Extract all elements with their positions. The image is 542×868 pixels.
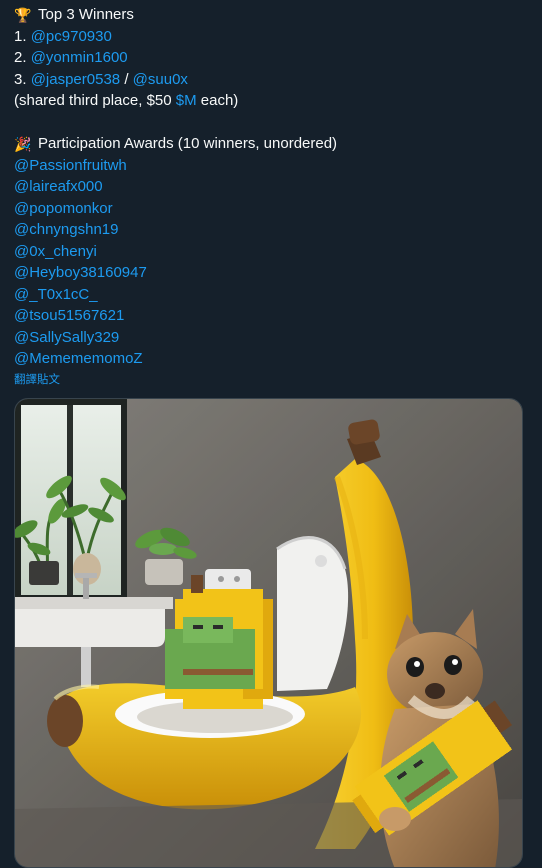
- mention-link[interactable]: @_T0x1cC_: [14, 286, 98, 303]
- mention-link[interactable]: @popomonkor: [14, 200, 113, 217]
- participation-heading: Participation Awards (10 winners, unorde…: [38, 135, 338, 152]
- rank-label: 2.: [14, 49, 27, 66]
- note-prefix: (shared third place, $50: [14, 92, 176, 109]
- mention-link[interactable]: @chnyngshn19: [14, 221, 118, 238]
- party-popper-icon: 🎉: [14, 136, 32, 152]
- trophy-icon: 🏆: [14, 7, 32, 23]
- translate-post-link[interactable]: 翻譯貼文: [14, 372, 60, 388]
- post-text: 🏆 Top 3 Winners 1. @pc970930 2. @yonmin16…: [14, 4, 524, 388]
- winner-2-line: 2. @yonmin1600: [14, 47, 524, 69]
- mention-link[interactable]: @Heyboy38160947: [14, 264, 147, 281]
- mention-link[interactable]: @Passionfruitwh: [14, 157, 127, 174]
- mention-link[interactable]: @tsou51567621: [14, 307, 124, 324]
- winner-3-line: 3. @jasper0538 / @suu0x: [14, 69, 524, 91]
- mention-link[interactable]: @SallySally329: [14, 329, 119, 346]
- rank-label: 3.: [14, 70, 27, 88]
- mention-link[interactable]: @laireafx000: [14, 178, 103, 195]
- winner-1-line: 1. @pc970930: [14, 26, 524, 48]
- participation-list: @Passionfruitwh @laireafx000 @popomonkor…: [14, 155, 524, 370]
- separator: /: [124, 70, 129, 88]
- rank-label: 1.: [14, 27, 27, 45]
- top3-heading: Top 3 Winners: [38, 6, 134, 23]
- mention-link[interactable]: @MemememomoZ: [14, 350, 143, 367]
- mention-link[interactable]: @jasper0538: [31, 71, 120, 88]
- cat-paw: [379, 807, 411, 831]
- shared-note-line: (shared third place, $50 $M each): [14, 90, 524, 112]
- post-media-image[interactable]: [14, 398, 523, 868]
- mention-link[interactable]: @suu0x: [133, 71, 188, 88]
- top3-heading-line: 🏆 Top 3 Winners: [14, 4, 524, 26]
- mention-link[interactable]: @yonmin1600: [31, 49, 128, 66]
- banana-toilet-cat-illustration: [15, 399, 522, 867]
- note-suffix: each): [196, 92, 239, 109]
- cashtag-link[interactable]: $M: [176, 92, 197, 109]
- mention-link[interactable]: @0x_chenyi: [14, 243, 97, 260]
- participation-heading-line: 🎉 Participation Awards (10 winners, unord…: [14, 133, 524, 155]
- mention-link[interactable]: @pc970930: [31, 28, 112, 45]
